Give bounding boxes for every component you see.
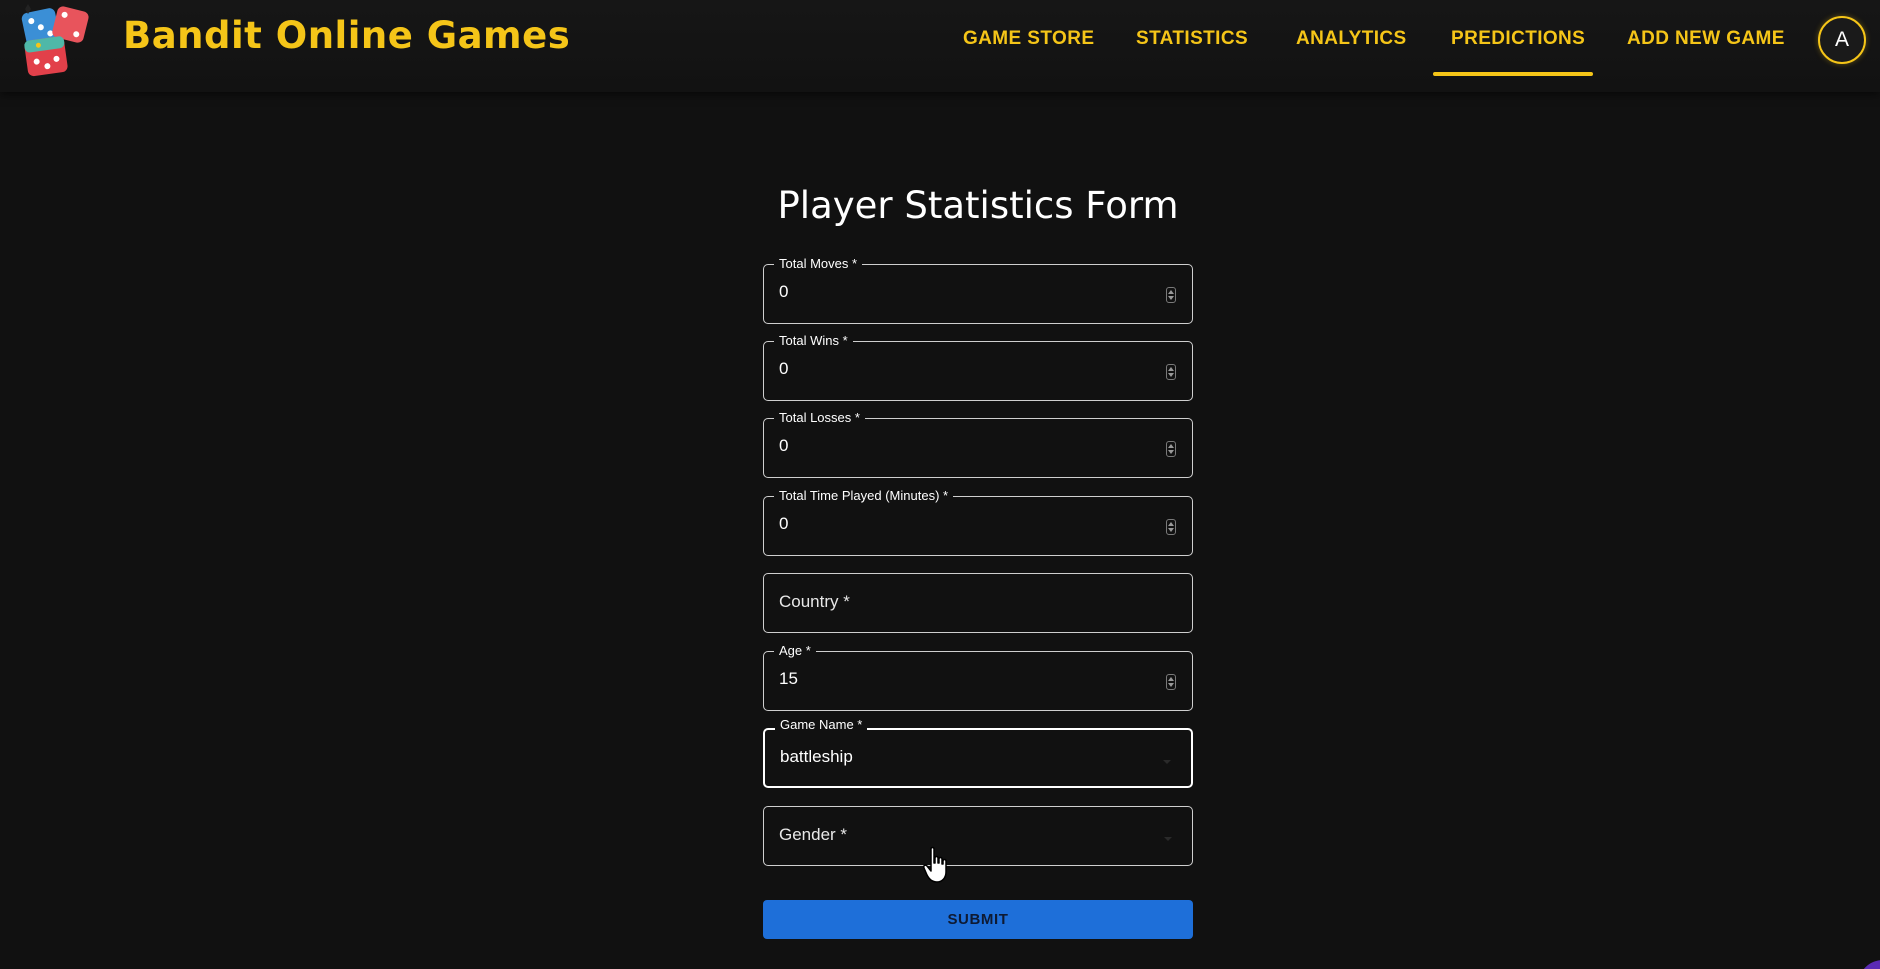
nav-item-add-new-game[interactable]: ADD NEW GAME: [1627, 28, 1785, 50]
submit-button[interactable]: SUBMIT: [763, 900, 1193, 939]
number-stepper-icon[interactable]: [1166, 674, 1176, 690]
nav-item-predictions[interactable]: PREDICTIONS: [1451, 28, 1585, 50]
game-name-select[interactable]: Game Name * battleship: [763, 717, 1193, 788]
page-title: Player Statistics Form: [777, 184, 1179, 227]
total-moves-label: Total Moves *: [774, 256, 863, 271]
total-time-field[interactable]: Total Time Played (Minutes) * 0: [763, 488, 1193, 556]
top-app-bar: Bandit Online Games GAME STORE STATISTIC…: [0, 0, 1880, 92]
age-value: 15: [779, 669, 798, 688]
user-avatar[interactable]: A: [1818, 16, 1866, 64]
total-wins-value: 0: [779, 359, 789, 378]
total-losses-field[interactable]: Total Losses * 0: [763, 410, 1193, 478]
main-nav: GAME STORE STATISTICS ANALYTICS PREDICTI…: [0, 0, 1880, 92]
age-label: Age *: [774, 643, 816, 658]
chevron-down-icon[interactable]: [1164, 837, 1172, 841]
age-field[interactable]: Age * 15: [763, 643, 1193, 711]
country-field[interactable]: Country *: [763, 573, 1193, 633]
total-losses-value: 0: [779, 436, 789, 455]
game-name-label: Game Name *: [775, 717, 868, 732]
active-tab-indicator: [1433, 72, 1593, 76]
total-time-label: Total Time Played (Minutes) *: [774, 488, 954, 503]
hand-cursor-icon: [922, 846, 952, 884]
number-stepper-icon[interactable]: [1166, 364, 1176, 380]
number-stepper-icon[interactable]: [1166, 287, 1176, 303]
avatar-initial: A: [1834, 28, 1849, 51]
floating-action-badge[interactable]: [1858, 960, 1880, 969]
game-name-value: battleship: [780, 747, 853, 766]
nav-item-statistics[interactable]: STATISTICS: [1136, 28, 1248, 50]
total-time-value: 0: [779, 514, 789, 533]
nav-item-analytics[interactable]: ANALYTICS: [1296, 28, 1407, 50]
total-wins-field[interactable]: Total Wins * 0: [763, 333, 1193, 401]
total-wins-label: Total Wins *: [774, 333, 853, 348]
total-moves-field[interactable]: Total Moves * 0: [763, 256, 1193, 324]
nav-item-game-store[interactable]: GAME STORE: [963, 28, 1094, 50]
total-losses-label: Total Losses *: [774, 410, 865, 425]
chevron-down-icon[interactable]: [1163, 760, 1171, 764]
total-moves-value: 0: [779, 282, 789, 301]
gender-placeholder: Gender *: [779, 825, 848, 844]
gender-select[interactable]: Gender *: [763, 806, 1193, 866]
country-placeholder: Country *: [779, 592, 850, 611]
number-stepper-icon[interactable]: [1166, 519, 1176, 535]
number-stepper-icon[interactable]: [1166, 441, 1176, 457]
